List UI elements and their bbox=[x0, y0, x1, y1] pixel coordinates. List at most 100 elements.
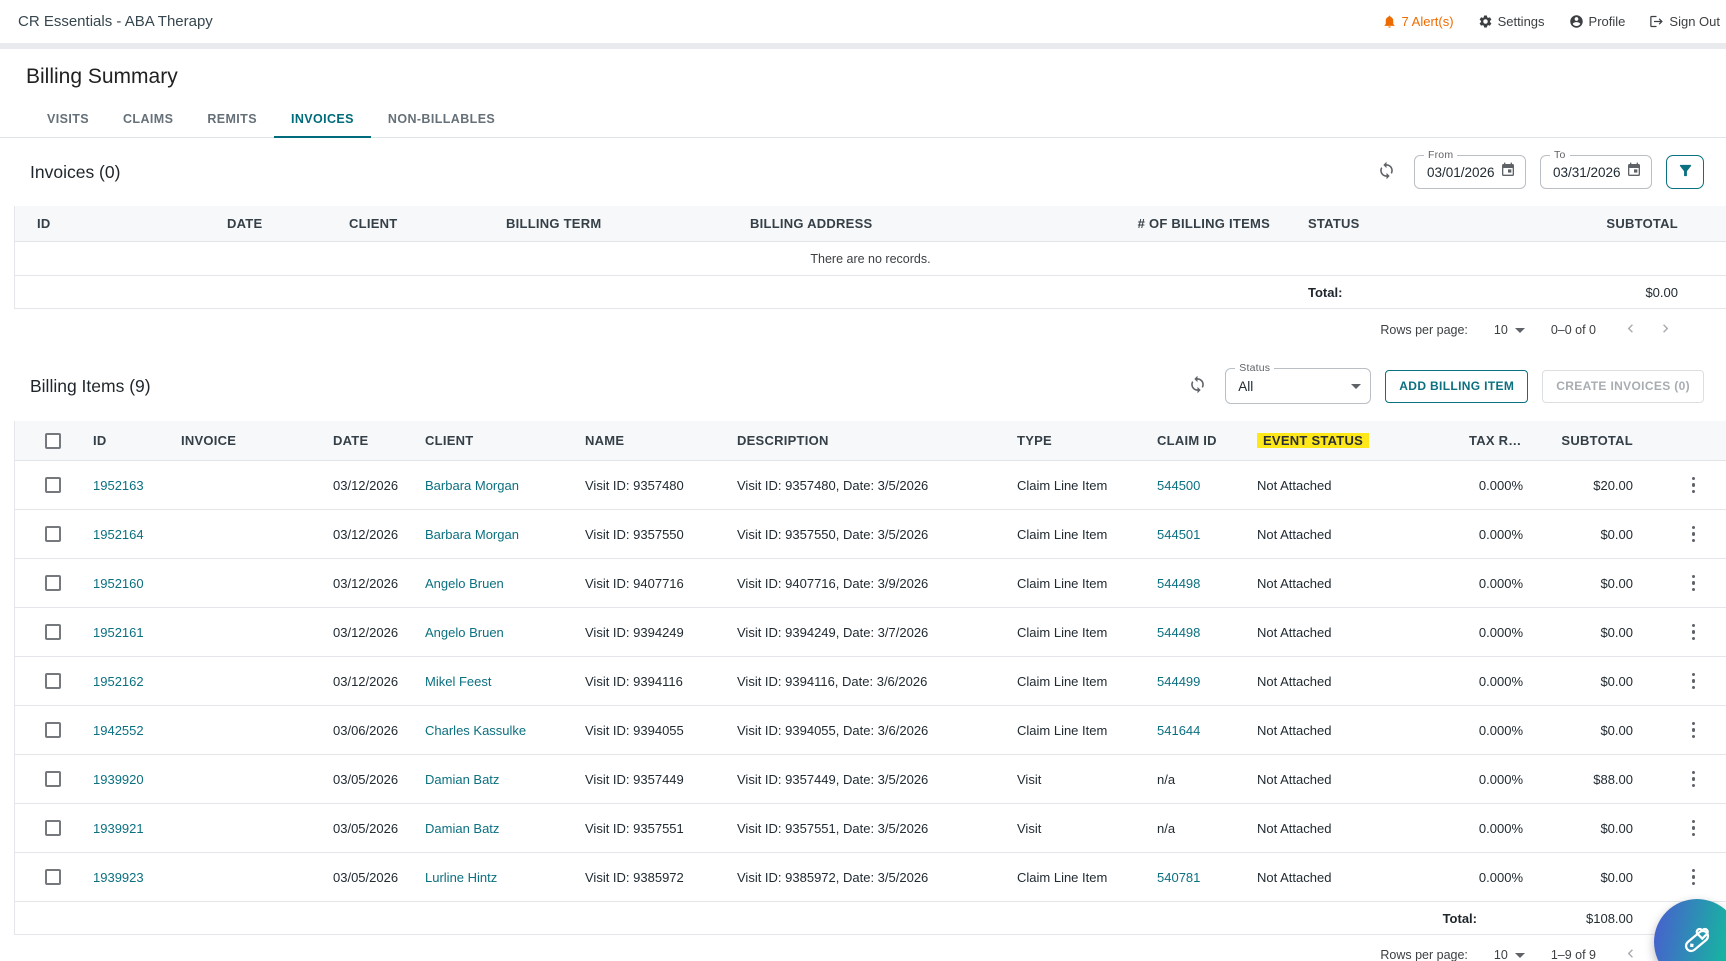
chevron-left-icon[interactable] bbox=[1622, 320, 1639, 340]
claim-id-link[interactable]: 544498 bbox=[1157, 625, 1200, 640]
subtotal-cell: $0.00 bbox=[1600, 869, 1633, 885]
row-menu-button[interactable] bbox=[1687, 716, 1701, 745]
claim-id-link[interactable]: 544500 bbox=[1157, 478, 1200, 493]
claim-id-link[interactable]: 544499 bbox=[1157, 674, 1200, 689]
claim-id-link[interactable]: 544498 bbox=[1157, 576, 1200, 591]
tab-claims[interactable]: CLAIMS bbox=[106, 101, 190, 137]
sign-out-label: Sign Out bbox=[1669, 14, 1720, 29]
col-header: CLIENT bbox=[425, 433, 474, 448]
claim-id-cell: n/a bbox=[1157, 771, 1176, 787]
subtotal-cell: $0.00 bbox=[1600, 575, 1633, 591]
tab-non-billables[interactable]: NON-BILLABLES bbox=[371, 101, 512, 137]
calendar-icon[interactable] bbox=[1626, 162, 1642, 183]
rows-per-page-select[interactable]: 10 bbox=[1494, 323, 1525, 337]
row-menu-button[interactable] bbox=[1687, 863, 1701, 892]
event-status-cell: Not Attached bbox=[1257, 526, 1332, 542]
chevron-left-icon[interactable] bbox=[1622, 945, 1639, 961]
row-menu-button[interactable] bbox=[1687, 569, 1701, 598]
claim-id-link[interactable]: 540781 bbox=[1157, 870, 1200, 885]
person-icon bbox=[1569, 14, 1584, 29]
from-date-field[interactable]: From 03/01/2026 bbox=[1414, 149, 1526, 189]
billing-item-id-link[interactable]: 1939920 bbox=[93, 772, 144, 787]
row-checkbox[interactable] bbox=[45, 526, 61, 542]
row-menu-button[interactable] bbox=[1687, 765, 1701, 794]
client-link[interactable]: Lurline Hintz bbox=[425, 870, 497, 885]
chevron-down-icon bbox=[1351, 383, 1362, 389]
row-menu-button[interactable] bbox=[1687, 618, 1701, 647]
client-link[interactable]: Damian Batz bbox=[425, 772, 499, 787]
to-date-field[interactable]: To 03/31/2026 bbox=[1540, 149, 1652, 189]
row-menu-button[interactable] bbox=[1687, 520, 1701, 549]
rows-per-page-select[interactable]: 10 bbox=[1494, 948, 1525, 961]
billing-item-id-link[interactable]: 1952164 bbox=[93, 527, 144, 542]
settings-label: Settings bbox=[1497, 14, 1545, 29]
billing-item-id-link[interactable]: 1942552 bbox=[93, 723, 144, 738]
client-link[interactable]: Angelo Bruen bbox=[425, 576, 504, 591]
date-cell: 03/05/2026 bbox=[333, 771, 399, 787]
tab-remits[interactable]: REMITS bbox=[190, 101, 274, 137]
billing-item-id-link[interactable]: 1952162 bbox=[93, 674, 144, 689]
row-menu-button[interactable] bbox=[1687, 667, 1701, 696]
tax-rate-cell: 0.000% bbox=[1478, 820, 1523, 836]
col-header: SUBTOTAL bbox=[1606, 216, 1678, 231]
tab-invoices[interactable]: INVOICES bbox=[273, 101, 371, 138]
client-link[interactable]: Barbara Morgan bbox=[425, 527, 519, 542]
name-cell: Visit ID: 9394249 bbox=[585, 624, 684, 640]
tab-visits[interactable]: VISITS bbox=[30, 101, 106, 137]
col-header: # OF BILLING ITEMS bbox=[1137, 216, 1270, 231]
event-status-cell: Not Attached bbox=[1257, 722, 1332, 738]
billing-item-id-link[interactable]: 1939923 bbox=[93, 870, 144, 885]
table-row: 1939921 03/05/2026 Damian Batz Visit ID:… bbox=[15, 804, 1726, 853]
invoices-pagination: Rows per page: 10 0–0 of 0 bbox=[0, 309, 1726, 351]
row-checkbox[interactable] bbox=[45, 477, 61, 493]
status-filter-select[interactable]: Status All bbox=[1225, 362, 1372, 404]
row-checkbox[interactable] bbox=[45, 771, 61, 787]
client-link[interactable]: Damian Batz bbox=[425, 821, 499, 836]
row-checkbox[interactable] bbox=[45, 624, 61, 640]
billing-item-id-link[interactable]: 1952160 bbox=[93, 576, 144, 591]
client-link[interactable]: Barbara Morgan bbox=[425, 478, 519, 493]
row-checkbox[interactable] bbox=[45, 820, 61, 836]
row-checkbox[interactable] bbox=[45, 869, 61, 885]
date-cell: 03/12/2026 bbox=[333, 526, 399, 542]
chevron-right-icon[interactable] bbox=[1657, 320, 1674, 340]
table-row: 1952164 03/12/2026 Barbara Morgan Visit … bbox=[15, 510, 1726, 559]
invoices-section: Invoices (0) From 03/01/2026 To 03/31/20… bbox=[0, 138, 1726, 351]
profile-button[interactable]: Profile bbox=[1569, 14, 1625, 29]
tax-rate-cell: 0.000% bbox=[1478, 771, 1523, 787]
description-cell: Visit ID: 9394055, Date: 3/6/2026 bbox=[737, 722, 929, 738]
subtotal-cell: $0.00 bbox=[1600, 526, 1633, 542]
subtotal-cell: $20.00 bbox=[1593, 477, 1633, 493]
select-all-checkbox[interactable] bbox=[45, 432, 61, 449]
table-row: 1939920 03/05/2026 Damian Batz Visit ID:… bbox=[15, 755, 1726, 804]
row-menu-button[interactable] bbox=[1687, 814, 1701, 843]
row-checkbox[interactable] bbox=[45, 673, 61, 689]
settings-button[interactable]: Settings bbox=[1478, 14, 1545, 29]
col-header: TYPE bbox=[1017, 433, 1052, 448]
billing-tabs: VISITS CLAIMS REMITS INVOICES NON-BILLAB… bbox=[0, 101, 1726, 138]
client-link[interactable]: Mikel Feest bbox=[425, 674, 491, 689]
row-checkbox[interactable] bbox=[45, 575, 61, 591]
description-cell: Visit ID: 9394249, Date: 3/7/2026 bbox=[737, 624, 929, 640]
calendar-icon[interactable] bbox=[1500, 162, 1516, 183]
client-link[interactable]: Angelo Bruen bbox=[425, 625, 504, 640]
billing-item-id-link[interactable]: 1952163 bbox=[93, 478, 144, 493]
invoices-filter-button[interactable] bbox=[1666, 155, 1704, 189]
type-cell: Claim Line Item bbox=[1017, 624, 1108, 640]
invoices-refresh-button[interactable] bbox=[1373, 157, 1400, 187]
client-link[interactable]: Charles Kassulke bbox=[425, 723, 526, 738]
row-checkbox[interactable] bbox=[45, 722, 61, 738]
billing-item-id-link[interactable]: 1952161 bbox=[93, 625, 144, 640]
alerts-button[interactable]: 7 Alert(s) bbox=[1382, 14, 1454, 29]
billing-items-refresh-button[interactable] bbox=[1184, 371, 1211, 401]
sign-out-button[interactable]: Sign Out bbox=[1649, 14, 1720, 29]
claim-id-link[interactable]: 541644 bbox=[1157, 723, 1200, 738]
table-row: 1939923 03/05/2026 Lurline Hintz Visit I… bbox=[15, 853, 1726, 902]
create-invoices-button[interactable]: CREATE INVOICES (0) bbox=[1542, 369, 1704, 403]
rows-per-page-value: 10 bbox=[1493, 323, 1508, 337]
alerts-label: 7 Alert(s) bbox=[1401, 14, 1454, 29]
claim-id-link[interactable]: 544501 bbox=[1157, 527, 1200, 542]
billing-item-id-link[interactable]: 1939921 bbox=[93, 821, 144, 836]
add-billing-item-button[interactable]: ADD BILLING ITEM bbox=[1385, 369, 1529, 403]
row-menu-button[interactable] bbox=[1687, 471, 1701, 500]
